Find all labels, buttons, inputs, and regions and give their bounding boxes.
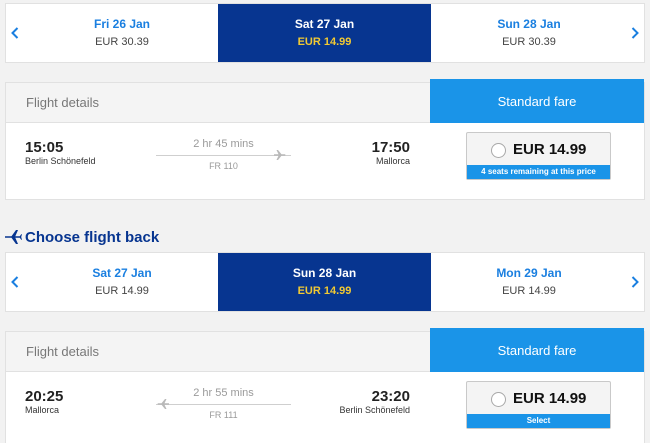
date-price: EUR 30.39 <box>95 36 149 48</box>
select-button[interactable]: Select <box>467 414 610 428</box>
date-day: Sun 28 Jan <box>292 266 357 280</box>
outbound-date-bar: Fri 26 Jan EUR 30.39 Sat 27 Jan EUR 14.9… <box>5 3 645 63</box>
date-day: Fri 26 Jan <box>93 17 151 31</box>
date-price: EUR 14.99 <box>502 285 556 297</box>
date-option-selected[interactable]: Sun 28 Jan EUR 14.99 <box>218 253 431 311</box>
next-date-button[interactable] <box>626 4 644 62</box>
fare-label: Standard fare <box>497 342 577 358</box>
chevron-right-icon <box>631 276 639 288</box>
fare-radio[interactable] <box>491 143 506 158</box>
date-price: EUR 14.99 <box>95 285 149 297</box>
date-day: Mon 29 Jan <box>496 266 562 280</box>
date-day: Sat 27 Jan <box>92 266 152 280</box>
fare-price-option[interactable]: EUR 14.99 4 seats remaining at this pric… <box>466 132 611 180</box>
fare-radio[interactable] <box>491 392 506 407</box>
date-option[interactable]: Sun 28 Jan EUR 30.39 <box>431 4 627 62</box>
prev-date-button[interactable] <box>6 4 24 62</box>
chevron-right-icon <box>631 27 639 39</box>
date-option[interactable]: Mon 29 Jan EUR 14.99 <box>431 253 627 311</box>
route-line <box>156 404 291 405</box>
chevron-left-icon <box>11 27 19 39</box>
date-price: EUR 14.99 <box>297 285 352 297</box>
plane-left-icon <box>157 399 169 409</box>
flight-duration: 2 hr 45 mins <box>193 138 254 150</box>
plane-icon <box>5 230 22 244</box>
seats-remaining-badge: 4 seats remaining at this price <box>467 165 610 179</box>
return-date-bar: Sat 27 Jan EUR 14.99 Sun 28 Jan EUR 14.9… <box>5 252 645 312</box>
departure-airport: Mallorca <box>25 405 60 415</box>
departure-airport: Berlin Schönefeld <box>25 156 96 166</box>
date-price: EUR 14.99 <box>297 36 352 48</box>
flight-details-label: Flight details <box>26 344 99 359</box>
arrival-time: 17:50 <box>371 139 410 156</box>
date-price: EUR 30.39 <box>502 36 556 48</box>
date-option[interactable]: Fri 26 Jan EUR 30.39 <box>26 4 218 62</box>
departure-time: 15:05 <box>25 139 64 156</box>
date-option[interactable]: Sat 27 Jan EUR 14.99 <box>26 253 218 311</box>
flight-duration: 2 hr 55 mins <box>193 387 254 399</box>
outbound-flight-card: Flight details Standard fare 15:05 Berli… <box>5 79 645 200</box>
flight-details-label: Flight details <box>26 95 99 110</box>
date-day: Sun 28 Jan <box>497 17 561 31</box>
return-flight-card: Flight details Standard fare 20:25 Mallo… <box>5 328 645 443</box>
prev-date-button[interactable] <box>6 253 24 311</box>
fare-label: Standard fare <box>497 93 577 109</box>
section-title-text: Choose flight back <box>25 228 160 246</box>
fare-price-option[interactable]: EUR 14.99 Select <box>466 381 611 429</box>
arrival-time: 23:20 <box>371 388 410 405</box>
plane-right-icon <box>274 150 286 160</box>
date-option-selected[interactable]: Sat 27 Jan EUR 14.99 <box>218 4 431 62</box>
arrival-airport: Berlin Schönefeld <box>339 405 410 415</box>
standard-fare-tab[interactable]: Standard fare <box>430 79 644 123</box>
flight-number: FR 110 <box>209 161 238 171</box>
chevron-left-icon <box>11 276 19 288</box>
flight-number: FR 111 <box>209 410 238 420</box>
fare-price: EUR 14.99 <box>513 141 587 158</box>
next-date-button[interactable] <box>626 253 644 311</box>
departure-time: 20:25 <box>25 388 64 405</box>
standard-fare-tab[interactable]: Standard fare <box>430 328 644 372</box>
date-day: Sat 27 Jan <box>294 17 355 31</box>
return-section-title: Choose flight back <box>5 226 159 248</box>
fare-price: EUR 14.99 <box>513 390 587 407</box>
route-line <box>156 155 291 156</box>
arrival-airport: Mallorca <box>375 156 410 166</box>
